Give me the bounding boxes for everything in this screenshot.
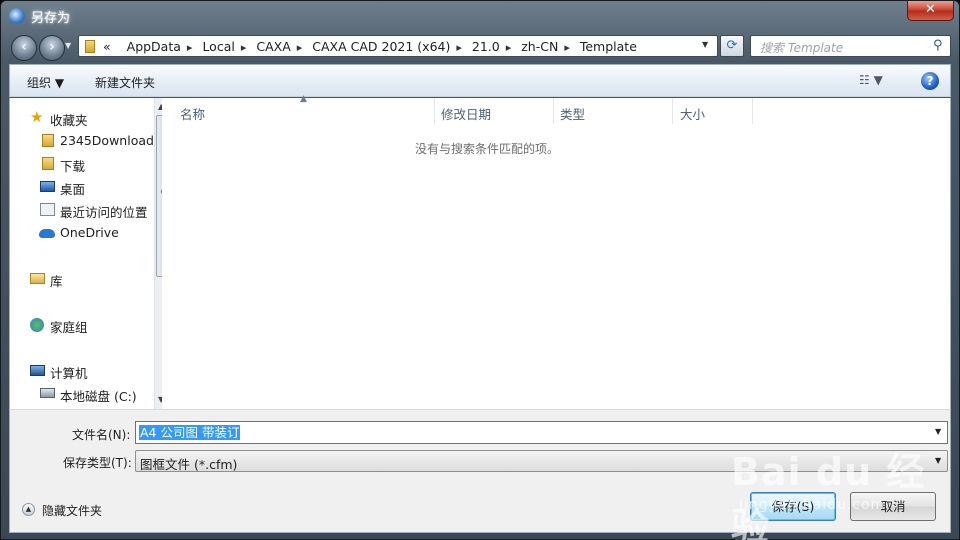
folder-icon [85, 40, 95, 53]
hide-folders-label: 隐藏文件夹 [42, 504, 103, 518]
disk-icon [40, 388, 55, 398]
nav-item-label: OneDrive [60, 225, 119, 240]
filetype-label: 保存类型(T): [63, 456, 132, 470]
nav-item-onedrive[interactable]: OneDrive [60, 225, 119, 240]
nav-item-2345downloads[interactable]: 2345Downloads [60, 133, 154, 148]
filename-value[interactable]: A4 公司图 带装订 [139, 425, 241, 440]
forward-button[interactable]: › [39, 35, 65, 61]
breadcrumb-separator-icon[interactable]: ▸ [456, 41, 462, 54]
close-button[interactable]: ✕ [907, 1, 954, 21]
nav-item-desktop[interactable]: 桌面 [60, 179, 85, 198]
breadcrumb-item[interactable]: 21.0 [472, 39, 500, 54]
column-label: 名称 [180, 107, 206, 122]
column-header-date-modified[interactable]: 修改日期 [435, 98, 554, 124]
sort-ascending-icon: ▲ [300, 94, 307, 104]
breadcrumb-item[interactable]: zh-CN [521, 39, 558, 54]
organize-menu-button[interactable]: 组织 ▼ [27, 74, 64, 91]
chevron-down-icon[interactable]: ▼ [935, 456, 941, 465]
column-label: 大小 [680, 107, 706, 122]
filetype-value: 图框文件 (*.cfm) [140, 457, 238, 472]
command-bar: 组织 ▼ 新建文件夹 ☷ ▼ ? [9, 64, 951, 97]
recent-locations-dropdown[interactable]: ▼ [65, 41, 71, 50]
refresh-icon: ⟳ [726, 38, 738, 53]
desktop-icon [40, 181, 55, 192]
nav-item-label: 计算机 [50, 366, 88, 381]
nav-item-recent-places[interactable]: 最近访问的位置 [60, 202, 154, 221]
help-icon[interactable]: ? [921, 72, 939, 90]
refresh-button[interactable]: ⟳ [720, 35, 744, 57]
address-bar[interactable]: « AppData ▸ Local ▸ CAXA ▸ CAXA CAD 2021 (x… [78, 35, 718, 57]
view-options-icon[interactable]: ☷ ▼ [859, 73, 883, 87]
search-placeholder: 搜索 Template [760, 41, 844, 55]
nav-item-downloads[interactable]: 下载 [60, 156, 85, 175]
library-icon [30, 273, 45, 284]
folder-icon [42, 134, 54, 147]
nav-item-label: 最近访问的位置 [60, 205, 148, 220]
empty-folder-message: 没有与搜索条件匹配的项。 [414, 142, 559, 156]
breadcrumb: « AppData ▸ Local ▸ CAXA ▸ CAXA CAD 2021 (x… [103, 39, 637, 54]
star-icon: ★ [30, 108, 44, 126]
search-icon[interactable]: ⚲ [933, 38, 943, 53]
homegroup-icon [30, 318, 44, 332]
breadcrumb-item[interactable]: Template [580, 39, 637, 54]
back-button[interactable]: ‹ [11, 35, 37, 61]
new-folder-button[interactable]: 新建文件夹 [95, 74, 155, 91]
nav-item-label: 下载 [60, 159, 86, 174]
chevron-up-icon: ▲ [22, 503, 35, 516]
breadcrumb-item[interactable]: CAXA CAD 2021 (x64) [312, 39, 450, 54]
breadcrumb-separator-icon[interactable]: ▸ [297, 41, 303, 54]
chevron-down-icon[interactable]: ▼ [935, 427, 941, 436]
nav-item-label: 家庭组 [50, 320, 88, 335]
breadcrumb-item[interactable]: Local [202, 39, 234, 54]
address-dropdown-icon[interactable]: ▼ [702, 40, 708, 49]
recent-places-icon [40, 203, 55, 216]
nav-item-homegroup[interactable]: 家庭组 [50, 317, 88, 336]
computer-icon [30, 365, 45, 376]
breadcrumb-overflow[interactable]: « [103, 39, 111, 54]
breadcrumb-separator-icon[interactable]: ▸ [241, 41, 247, 54]
arrow-left-icon: ‹ [21, 39, 27, 55]
nav-item-label: 收藏夹 [50, 113, 88, 128]
search-input[interactable]: 搜索 Template ⚲ [750, 35, 951, 57]
onedrive-icon [39, 229, 55, 238]
title-bar: 另存为 ✕ [1, 1, 959, 31]
column-header-name[interactable]: ▲ 名称 [162, 94, 435, 124]
download-folder-icon [42, 157, 54, 170]
nav-item-favorites[interactable]: ★ 收藏夹 [30, 110, 88, 129]
arrow-right-icon: › [49, 39, 55, 55]
column-label: 类型 [560, 107, 586, 122]
nav-item-computer[interactable]: 计算机 [50, 363, 88, 382]
column-header-size[interactable]: 大小 [673, 98, 753, 124]
watermark-url: jingyan.baidu.com [739, 497, 886, 513]
nav-item-label: 2345Downloads [60, 133, 154, 148]
column-label: 修改日期 [441, 107, 492, 122]
breadcrumb-separator-icon[interactable]: ▸ [564, 41, 570, 54]
filename-label: 文件名(N): [72, 428, 131, 442]
nav-item-libraries[interactable]: 库 [50, 271, 63, 290]
save-as-dialog: 另存为 ✕ ‹ › ▼ « AppData ▸ Local ▸ CAXA ▸ CAXA… [0, 0, 960, 540]
filetype-select[interactable]: 图框文件 (*.cfm) ▼ [135, 450, 948, 472]
breadcrumb-item[interactable]: CAXA [256, 39, 290, 54]
file-list-pane: ▲ 名称 修改日期 类型 大小 没有与搜索条件匹配的项。 [162, 94, 951, 409]
breadcrumb-separator-icon[interactable]: ▸ [506, 41, 512, 54]
nav-item-label: 库 [50, 274, 63, 289]
column-header-type[interactable]: 类型 [554, 98, 673, 124]
breadcrumb-item[interactable]: AppData [127, 39, 181, 54]
breadcrumb-separator-icon[interactable]: ▸ [187, 41, 193, 54]
nav-item-label: 桌面 [60, 182, 86, 197]
save-options-panel: 文件名(N): A4 公司图 带装订 ▼ 保存类型(T): 图框文件 (*.cf… [9, 409, 951, 533]
window-title: 另存为 [31, 11, 71, 26]
navigation-pane: ★ 收藏夹 2345Downloads 下载 桌面 最近访问的位置 OneDri… [9, 98, 170, 409]
app-icon [9, 8, 25, 24]
filename-field[interactable]: A4 公司图 带装订 ▼ [135, 421, 948, 444]
nav-item-local-disk-c[interactable]: 本地磁盘 (C:) [60, 386, 137, 405]
nav-item-label: 本地磁盘 (C:) [60, 389, 137, 404]
